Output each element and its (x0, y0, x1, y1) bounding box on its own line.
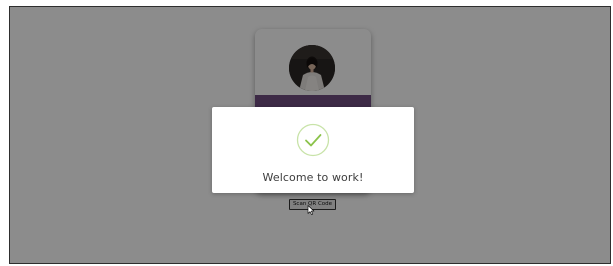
check-circle-icon (296, 123, 330, 157)
welcome-dialog: Welcome to work! (212, 107, 414, 193)
dialog-message: Welcome to work! (262, 171, 364, 184)
mouse-pointer-icon (307, 205, 315, 215)
app-viewport: Scan QR Code Welcome to work! (9, 6, 611, 264)
